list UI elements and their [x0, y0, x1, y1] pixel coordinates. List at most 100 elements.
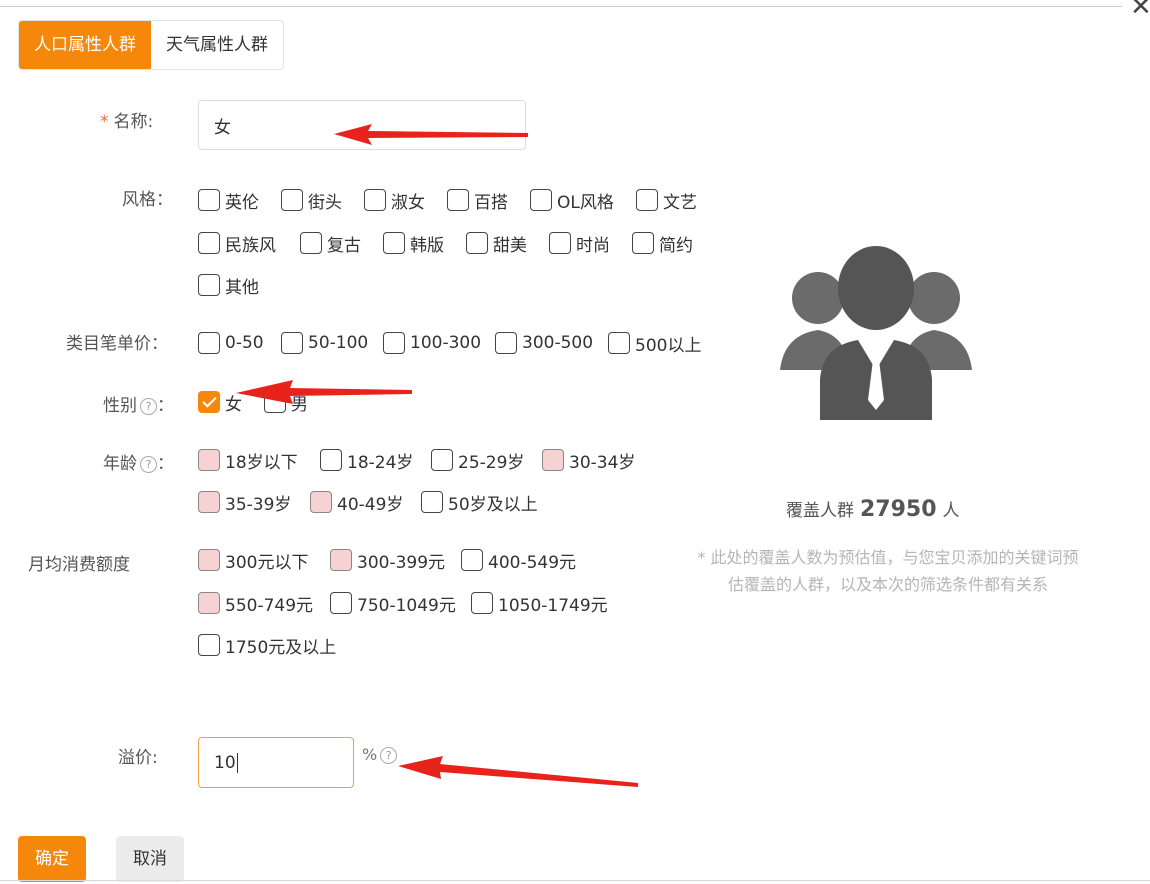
- tab-demographic[interactable]: 人口属性人群: [19, 21, 151, 69]
- checkbox[interactable]: [198, 634, 220, 656]
- style-option[interactable]: 百搭: [447, 187, 508, 213]
- checkbox[interactable]: [447, 189, 469, 211]
- checkbox[interactable]: [421, 491, 443, 513]
- top-divider: [0, 6, 1122, 7]
- style-option[interactable]: 文艺: [636, 187, 697, 213]
- price-option[interactable]: 500以上: [608, 330, 701, 356]
- option-label: 1750元及以上: [225, 637, 337, 658]
- checkbox[interactable]: [264, 391, 286, 413]
- price-option[interactable]: 300-500: [495, 330, 593, 356]
- premium-input[interactable]: 10: [198, 737, 354, 788]
- option-label: 35-39岁: [225, 494, 292, 515]
- style-option[interactable]: 英伦: [198, 187, 259, 213]
- coverage-prefix: 覆盖人群: [786, 501, 854, 521]
- checkbox[interactable]: [198, 449, 220, 471]
- option-label: 0-50: [225, 333, 264, 353]
- style-option[interactable]: 韩版: [383, 230, 444, 256]
- checkbox[interactable]: [636, 189, 658, 211]
- option-label: 550-749元: [225, 595, 314, 616]
- checkbox[interactable]: [530, 189, 552, 211]
- style-option[interactable]: 街头: [281, 187, 342, 213]
- spend-option[interactable]: 1750元及以上: [198, 632, 336, 658]
- checkbox[interactable]: [198, 232, 220, 254]
- coverage-count: 27950: [860, 497, 937, 522]
- checkbox[interactable]: [330, 549, 352, 571]
- checkbox[interactable]: [198, 189, 220, 211]
- spend-option[interactable]: 1050-1749元: [471, 590, 608, 616]
- age-option[interactable]: 18-24岁: [320, 447, 413, 473]
- style-option[interactable]: 时尚: [549, 230, 610, 256]
- checkbox[interactable]: [198, 274, 220, 296]
- checkbox[interactable]: [495, 332, 517, 354]
- checkbox[interactable]: [281, 332, 303, 354]
- checkbox[interactable]: [198, 491, 220, 513]
- option-label: 文艺: [663, 192, 697, 213]
- checkbox[interactable]: [471, 592, 493, 614]
- help-icon[interactable]: ?: [140, 398, 157, 415]
- checkbox[interactable]: [383, 332, 405, 354]
- spend-option[interactable]: 400-549元: [461, 547, 576, 573]
- checkbox[interactable]: [461, 549, 483, 571]
- age-option[interactable]: 35-39岁: [198, 489, 291, 515]
- age-label: 年龄?：: [103, 452, 174, 476]
- option-label: 300-399元: [357, 552, 446, 573]
- checkbox[interactable]: [198, 592, 220, 614]
- option-label: 简约: [659, 235, 693, 256]
- style-option[interactable]: 复古: [300, 230, 361, 256]
- checkbox[interactable]: [330, 592, 352, 614]
- spend-option[interactable]: 300元以下: [198, 547, 308, 573]
- percent-sign: %: [362, 745, 378, 764]
- spend-option[interactable]: 750-1049元: [330, 590, 456, 616]
- checkbox[interactable]: [466, 232, 488, 254]
- name-input[interactable]: 女: [198, 100, 526, 150]
- age-option[interactable]: 18岁以下: [198, 447, 298, 473]
- spend-option[interactable]: 300-399元: [330, 547, 445, 573]
- checkbox[interactable]: [542, 449, 564, 471]
- confirm-button[interactable]: 确定: [18, 836, 86, 882]
- checkbox[interactable]: [431, 449, 453, 471]
- checkbox[interactable]: [608, 332, 630, 354]
- option-label: 女: [225, 394, 242, 415]
- spend-option[interactable]: 550-749元: [198, 590, 313, 616]
- style-option[interactable]: 淑女: [364, 187, 425, 213]
- help-icon[interactable]: ?: [380, 747, 398, 764]
- price-option[interactable]: 50-100: [281, 330, 368, 356]
- option-label: 街头: [308, 192, 342, 213]
- checkbox[interactable]: [549, 232, 571, 254]
- style-option[interactable]: 其他: [198, 272, 259, 298]
- option-label: 18岁以下: [225, 452, 298, 473]
- checkbox[interactable]: [383, 232, 405, 254]
- close-icon[interactable]: ✕: [1130, 0, 1150, 20]
- option-label: 750-1049元: [357, 595, 456, 616]
- cancel-button[interactable]: 取消: [116, 836, 184, 882]
- option-label: 500以上: [635, 335, 702, 356]
- gender-option-male[interactable]: 男: [264, 389, 308, 415]
- age-option[interactable]: 40-49岁: [310, 489, 403, 515]
- required-mark: *: [100, 112, 109, 132]
- checkbox[interactable]: [632, 232, 654, 254]
- option-label: 民族风: [225, 235, 276, 256]
- price-option[interactable]: 100-300: [383, 330, 481, 356]
- style-option[interactable]: OL风格: [530, 187, 614, 213]
- style-option[interactable]: 简约: [632, 230, 693, 256]
- checkbox[interactable]: [310, 491, 332, 513]
- checkbox[interactable]: [300, 232, 322, 254]
- age-option[interactable]: 25-29岁: [431, 447, 524, 473]
- help-icon[interactable]: ?: [140, 456, 157, 473]
- checkbox-checked[interactable]: [198, 391, 220, 413]
- checkbox[interactable]: [198, 332, 220, 354]
- checkbox[interactable]: [320, 449, 342, 471]
- checkbox[interactable]: [364, 189, 386, 211]
- tab-weather[interactable]: 天气属性人群: [151, 21, 283, 69]
- checkbox[interactable]: [281, 189, 303, 211]
- style-option[interactable]: 甜美: [466, 230, 527, 256]
- option-label: 男: [291, 394, 308, 415]
- age-option[interactable]: 30-34岁: [542, 447, 635, 473]
- style-option[interactable]: 民族风: [198, 230, 276, 256]
- checkbox[interactable]: [198, 549, 220, 571]
- option-label: 复古: [327, 235, 361, 256]
- age-option[interactable]: 50岁及以上: [421, 489, 538, 515]
- price-option[interactable]: 0-50: [198, 330, 264, 356]
- option-label: OL风格: [557, 192, 614, 213]
- gender-option-female[interactable]: 女: [198, 389, 242, 415]
